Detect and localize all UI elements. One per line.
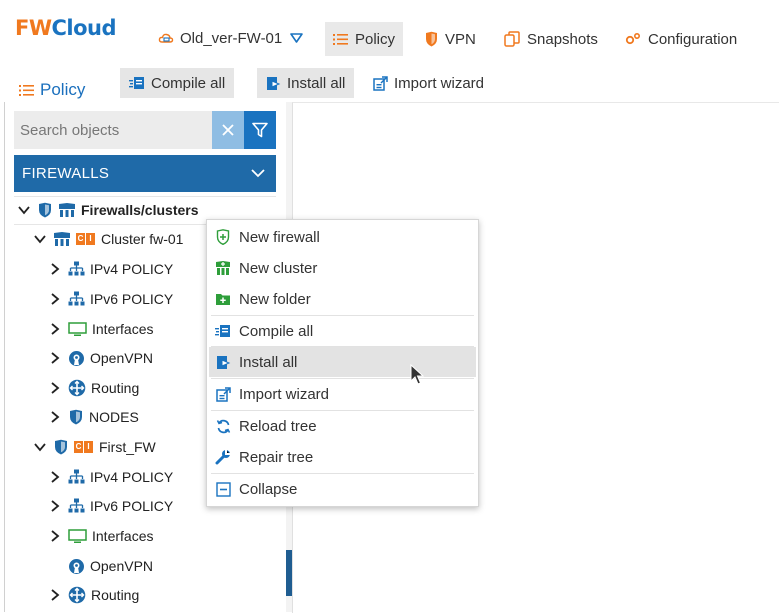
tab-vpn[interactable]: VPN xyxy=(417,22,484,56)
menu-item-compile-all[interactable]: Compile all xyxy=(209,316,476,346)
chevron-right-icon[interactable] xyxy=(48,381,62,395)
chevron-right-icon[interactable] xyxy=(48,351,62,365)
app-logo[interactable]: FWCloud xyxy=(15,16,117,40)
shield-icon xyxy=(55,439,67,455)
chevron-right-icon[interactable] xyxy=(48,322,62,336)
tree-item-ipv6-policy[interactable]: IPv6 POLICY xyxy=(48,495,173,517)
tab-configuration[interactable]: Configuration xyxy=(617,22,745,56)
policy-section-title: Policy xyxy=(19,80,85,100)
monitor-icon xyxy=(68,321,87,336)
tree-item-interfaces[interactable]: Interfaces xyxy=(48,525,153,547)
tree-item-routing[interactable]: Routing xyxy=(48,584,139,606)
menu-item-new-folder[interactable]: New folder xyxy=(209,284,476,314)
tree-root[interactable]: Firewalls/clusters xyxy=(17,199,199,221)
install-icon xyxy=(267,76,281,90)
reload-icon xyxy=(215,418,231,434)
menu-item-new-firewall[interactable]: New firewall xyxy=(209,222,476,252)
shield-icon xyxy=(426,31,437,47)
chevron-right-icon[interactable] xyxy=(48,499,62,513)
clear-search-button[interactable] xyxy=(212,111,244,149)
tree-item-openvpn[interactable]: OpenVPN xyxy=(48,347,153,369)
close-icon xyxy=(222,124,234,136)
chevron-down-icon[interactable] xyxy=(250,165,266,181)
cloud-firewall-icon xyxy=(158,33,174,43)
menu-item-collapse[interactable]: Collapse xyxy=(209,474,476,504)
compile-all-button[interactable]: Compile all xyxy=(120,68,235,98)
tree-item-interfaces[interactable]: Interfaces xyxy=(48,318,153,340)
chevron-down-icon[interactable] xyxy=(33,440,47,454)
tree-item-nodes[interactable]: NODES xyxy=(48,406,139,428)
install-icon xyxy=(215,354,231,370)
cog-icon xyxy=(625,32,641,45)
install-all-button[interactable]: Install all xyxy=(257,68,355,98)
copy-icon xyxy=(504,31,520,47)
cluster-icon xyxy=(59,203,75,217)
chevron-right-icon[interactable] xyxy=(48,470,62,484)
search-box xyxy=(14,111,212,149)
menu-item-reload-tree[interactable]: Reload tree xyxy=(209,411,476,441)
cluster-plus-icon xyxy=(215,260,231,276)
cluster-icon xyxy=(54,232,70,246)
shield-icon xyxy=(70,409,82,425)
wrench-icon xyxy=(215,449,231,465)
tree-item-openvpn[interactable]: OpenVPN xyxy=(48,555,153,577)
chevron-right-icon[interactable] xyxy=(48,262,62,276)
mouse-cursor-icon xyxy=(410,364,424,385)
chevron-right-icon[interactable] xyxy=(48,410,62,424)
network-icon xyxy=(68,291,85,306)
tab-snapshots[interactable]: Snapshots xyxy=(496,22,606,56)
routing-icon xyxy=(68,586,86,604)
firewall-selector[interactable]: Old_ver-FW-01 xyxy=(158,27,304,49)
chevron-right-icon[interactable] xyxy=(48,292,62,306)
openvpn-icon xyxy=(69,558,84,574)
list-icon xyxy=(333,33,348,45)
monitor-icon xyxy=(68,528,87,543)
tree-item-ipv4-policy[interactable]: IPv4 POLICY xyxy=(48,258,173,280)
compile-icon xyxy=(215,323,231,339)
network-icon xyxy=(68,261,85,276)
tab-policy[interactable]: Policy xyxy=(325,22,404,56)
tree-item-ipv4-policy[interactable]: IPv4 POLICY xyxy=(48,466,173,488)
chevron-right-icon[interactable] xyxy=(48,529,62,543)
import-icon xyxy=(373,75,388,91)
import-wizard-button[interactable]: Import wizard xyxy=(364,68,494,98)
shield-plus-icon xyxy=(215,229,231,245)
network-icon xyxy=(68,498,85,513)
compile-icon xyxy=(129,77,144,89)
menu-item-new-cluster[interactable]: New cluster xyxy=(209,253,476,283)
routing-icon xyxy=(68,379,86,397)
menu-item-repair-tree[interactable]: Repair tree xyxy=(209,442,476,472)
search-input[interactable] xyxy=(14,120,202,140)
dropdown-triangle-icon xyxy=(290,33,304,43)
ci-badge: CI xyxy=(74,441,94,453)
tree-item-firewall[interactable]: CI First_FW xyxy=(33,436,156,458)
collapse-icon xyxy=(215,481,231,497)
filter-button[interactable] xyxy=(244,111,276,149)
chevron-right-icon[interactable] xyxy=(48,588,62,602)
tree-item-routing[interactable]: Routing xyxy=(48,377,139,399)
tree-item-cluster[interactable]: CI Cluster fw-01 xyxy=(33,228,183,250)
menu-item-import-wizard[interactable]: Import wizard xyxy=(209,379,476,409)
selected-firewall-name: Old_ver-FW-01 xyxy=(180,29,283,47)
firewalls-panel-header[interactable]: FIREWALLS xyxy=(14,155,276,192)
folder-plus-icon xyxy=(215,291,231,307)
shield-icon xyxy=(39,202,51,218)
tree-item-ipv6-policy[interactable]: IPv6 POLICY xyxy=(48,288,173,310)
top-bar: FWCloud Old_ver-FW-01 Policy VPN Snapsho… xyxy=(0,0,779,66)
chevron-down-icon[interactable] xyxy=(33,232,47,246)
openvpn-icon xyxy=(69,350,84,366)
list-icon xyxy=(19,84,34,96)
filter-icon xyxy=(252,122,268,138)
chevron-down-icon[interactable] xyxy=(17,203,31,217)
ci-badge: CI xyxy=(76,233,96,245)
import-icon xyxy=(215,386,231,402)
context-menu: New firewall New cluster New folder Comp… xyxy=(206,219,479,507)
network-icon xyxy=(68,469,85,484)
menu-item-install-all[interactable]: Install all xyxy=(209,347,476,377)
